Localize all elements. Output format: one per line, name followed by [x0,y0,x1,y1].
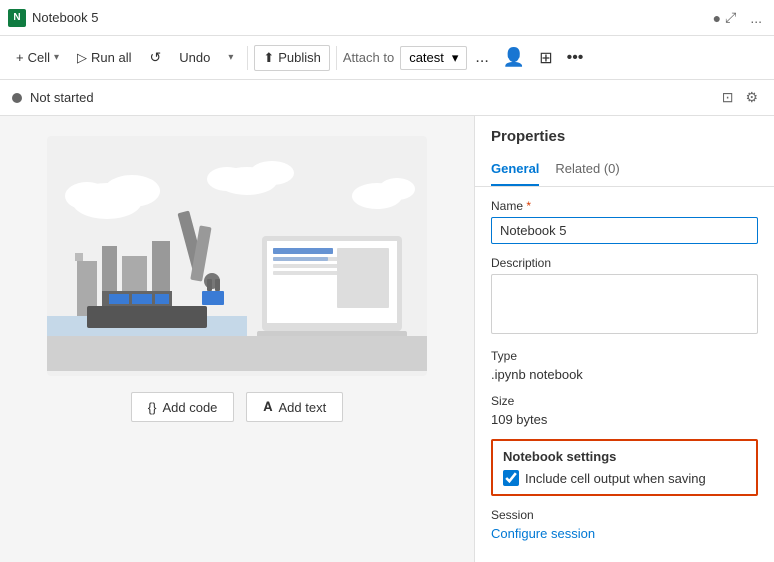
undo-dropdown-button[interactable]: ↺ [142,45,170,70]
name-input[interactable] [491,217,758,244]
status-dot [12,93,22,103]
status-gear-button[interactable]: ⚙ [741,87,762,108]
attach-value: catest [409,50,444,65]
name-required: * [526,199,531,213]
type-label: Type [491,349,758,363]
cell-dropdown-arrow: ▾ [54,52,59,63]
size-value: 109 bytes [491,412,758,427]
publish-label: Publish [278,50,321,65]
plus-icon: + [16,50,24,65]
status-text: Not started [30,90,94,105]
properties-tabs: General Related (0) [475,153,774,187]
add-code-label: Add code [162,400,217,415]
window-controls: ⤢ ... [721,7,766,28]
tab-general[interactable]: General [491,153,539,186]
attach-dropdown[interactable]: catest ▾ [400,46,467,70]
publish-icon: ⬆ [263,50,274,66]
cell-button[interactable]: + Cell ▾ [8,46,67,69]
session-label: Session [491,508,758,522]
main-content: {} Add code 𝐀 Add text Properties Genera… [0,116,774,562]
notebook-settings-box: Notebook settings Include cell output wh… [491,439,758,496]
size-field-group: Size 109 bytes [491,394,758,427]
more-options-button[interactable]: ... [746,7,766,28]
unsaved-indicator: ● [713,10,721,26]
notebook-illustration [47,136,427,376]
add-text-label: Add text [278,400,326,415]
app-icon: N [8,9,26,27]
run-all-label: Run all [91,50,131,65]
checkbox-row: Include cell output when saving [503,470,746,486]
play-icon: ▷ [77,50,87,66]
more-end-button[interactable]: ••• [561,45,590,71]
add-text-button[interactable]: 𝐀 Add text [246,392,343,422]
configure-session-link[interactable]: Configure session [491,526,758,541]
settings-box-title: Notebook settings [503,449,746,464]
grid-icon: ⊞ [539,50,552,67]
maximize-button[interactable]: ⤢ [721,7,740,28]
status-bar: Not started ⊡ ⚙ [0,80,774,116]
properties-body: Name * Description Type .ipynb notebook … [475,187,774,553]
cell-output-label: Include cell output when saving [525,471,706,486]
type-field-group: Type .ipynb notebook [491,349,758,382]
status-squares-button[interactable]: ⊡ [718,87,738,108]
description-field-group: Description [491,256,758,337]
ellipsis-icon: ... [475,49,488,66]
undo-more-button[interactable]: ▾ [220,48,241,67]
status-actions: ⊡ ⚙ [718,87,762,108]
add-code-button[interactable]: {} Add code [131,392,235,422]
title-bar: N Notebook 5 ● ⤢ ... [0,0,774,36]
grid-icon-button[interactable]: ⊞ [533,44,558,72]
user-icon-button[interactable]: 👤 [497,43,531,72]
code-icon: {} [148,400,157,415]
session-field-group: Session Configure session [491,508,758,541]
notebook-actions: {} Add code 𝐀 Add text [131,392,343,422]
toolbar: + Cell ▾ ▷ Run all ↺ Undo ▾ ⬆ Publish At… [0,36,774,80]
window-title: Notebook 5 [32,10,707,25]
tab-related[interactable]: Related (0) [555,153,619,186]
undo-label: Undo [179,50,210,65]
undo-arrow-icon: ↺ [150,49,162,66]
size-label: Size [491,394,758,408]
name-label: Name * [491,199,758,213]
publish-button[interactable]: ⬆ Publish [254,45,330,71]
cell-output-checkbox[interactable] [503,470,519,486]
description-label: Description [491,256,758,270]
text-icon: 𝐀 [263,399,272,415]
more-end-icon: ••• [567,49,584,66]
undo-button[interactable]: Undo [171,46,218,69]
user-icon: 👤 [503,47,525,67]
type-value: .ipynb notebook [491,367,758,382]
attach-dropdown-arrow: ▾ [452,50,459,66]
separator-1 [247,46,248,70]
illustration-svg [47,136,427,376]
description-input[interactable] [491,274,758,334]
more-toolbar-button[interactable]: ... [469,45,494,71]
cell-label: Cell [28,50,50,65]
name-field-group: Name * [491,199,758,244]
properties-title: Properties [475,116,774,145]
properties-panel: Properties General Related (0) Name * De… [474,116,774,562]
undo-dropdown-arrow: ▾ [228,52,233,63]
notebook-area: {} Add code 𝐀 Add text [0,116,474,562]
separator-2 [336,46,337,70]
attach-to-label: Attach to [343,50,394,65]
run-all-button[interactable]: ▷ Run all [69,46,139,70]
